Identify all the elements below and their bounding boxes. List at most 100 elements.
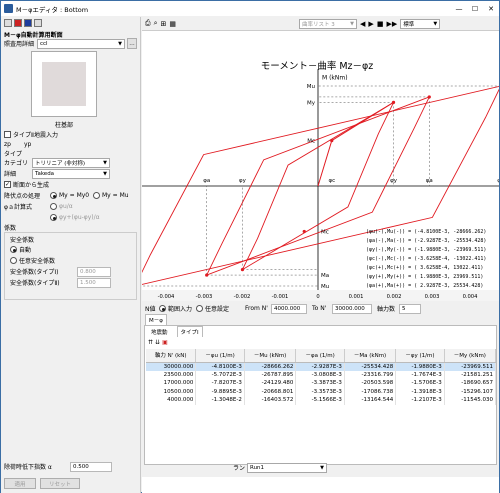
from-label: From N': [245, 305, 268, 312]
table-cell[interactable]: -3.3573E-3: [295, 387, 345, 396]
auto-gen-label: 断面から生成: [13, 182, 50, 189]
table-cell[interactable]: -17086.738: [344, 387, 397, 396]
yield-mu-radio[interactable]: [93, 192, 100, 199]
fit-icon[interactable]: ⊞: [161, 20, 167, 28]
yield-my0-radio[interactable]: [50, 192, 57, 199]
member-browse-button[interactable]: …: [127, 38, 137, 49]
table-cell[interactable]: -1.5706E-3: [395, 379, 445, 388]
table-cell[interactable]: -16403.572: [244, 396, 297, 405]
table-cell[interactable]: -5.1566E-3: [295, 396, 345, 405]
skeleton-point: [427, 95, 431, 99]
phi-a-opt1-radio[interactable]: [50, 203, 57, 210]
table-header-cell[interactable]: －My (kNm): [444, 349, 497, 363]
print-icon[interactable]: ⎙: [145, 19, 151, 28]
table-cell[interactable]: -7.8207E-3: [195, 379, 245, 388]
reset-button[interactable]: リセット: [40, 478, 80, 489]
properties-icon[interactable]: [34, 19, 42, 27]
table-cell[interactable]: 30000.000: [146, 362, 197, 371]
save-icon[interactable]: [24, 19, 32, 27]
table-cell[interactable]: -18690.657: [444, 379, 497, 388]
export-icon[interactable]: ▣: [162, 339, 168, 347]
table-cell[interactable]: -3.3873E-3: [295, 379, 345, 388]
prev-icon[interactable]: ◀: [360, 20, 365, 28]
sf1-input[interactable]: 0.800: [77, 266, 111, 277]
tab-seismic[interactable]: 地震動: [148, 327, 171, 337]
table-row[interactable]: 4000.000 -1.3048E-2 -16403.572 -5.1566E-3 -1…: [146, 396, 497, 405]
member-select[interactable]: ccl ▼: [37, 38, 125, 49]
delete-icon[interactable]: [14, 19, 22, 27]
table-cell[interactable]: -20668.801: [244, 387, 297, 396]
table-header-cell[interactable]: －φa (1/m): [295, 349, 345, 363]
table-cell[interactable]: -1.9880E-3: [395, 362, 445, 371]
table-cell[interactable]: -1.7674E-3: [395, 370, 445, 379]
table-row[interactable]: 23500.000 -5.7072E-3 -26787.895 -3.0808E-3-…: [146, 370, 497, 379]
chart-toolbar: ⎙ ⌕ ⊞ ▦ 曲率リスト 3 ▼ ◀ ▶ ■ ▶▶ 標準 ▼: [142, 17, 499, 31]
table-header-cell[interactable]: －φu (1/m): [195, 349, 245, 363]
table-cell[interactable]: -5.7072E-3: [195, 370, 245, 379]
table-cell[interactable]: 23500.000: [146, 370, 197, 379]
mode-select[interactable]: 標準 ▼: [400, 18, 441, 29]
move-up-icon[interactable]: ⇈: [148, 339, 153, 347]
reduction-input[interactable]: 0.500: [70, 461, 112, 472]
minimize-button[interactable]: —: [451, 2, 467, 15]
grid-icon[interactable]: ▦: [169, 20, 176, 28]
table-cell[interactable]: -28666.262: [244, 362, 297, 371]
table-header-cell[interactable]: 軸力 N' (kN): [146, 349, 197, 363]
phi-a-opt2-radio[interactable]: [50, 214, 57, 221]
run-select[interactable]: Run1 ▼: [247, 462, 327, 473]
list-select[interactable]: 曲率リスト 3 ▼: [299, 18, 358, 29]
table-cell[interactable]: 10500.000: [146, 387, 197, 396]
table-cell[interactable]: -1.2107E-3: [395, 396, 445, 405]
table-cell[interactable]: -4.8100E-3: [195, 362, 245, 371]
table-body: 30000.000 -4.8100E-3 -28666.262 -2.9287E-3-…: [146, 362, 497, 405]
table-cell[interactable]: -23969.511: [444, 362, 497, 371]
table-cell[interactable]: 17000.000: [146, 379, 197, 388]
table-cell[interactable]: -9.8895E-3: [195, 387, 245, 396]
close-button[interactable]: ✕: [483, 2, 499, 15]
table-cell[interactable]: -15296.107: [444, 387, 497, 396]
table-row[interactable]: 30000.000 -4.8100E-3 -28666.262 -2.9287E-3-…: [146, 362, 497, 371]
apply-button[interactable]: 適用: [4, 478, 36, 489]
auto-gen-checkbox[interactable]: ✓: [4, 181, 11, 188]
safety-auto-radio[interactable]: [10, 246, 17, 253]
next-icon[interactable]: ▶▶: [386, 20, 397, 28]
to-input[interactable]: 30000.000: [332, 303, 372, 314]
table-cell[interactable]: -1.3918E-3: [395, 387, 445, 396]
move-down-icon[interactable]: ⇊: [155, 339, 160, 347]
safety-optional-radio[interactable]: [10, 257, 17, 264]
table-cell[interactable]: -1.3048E-2: [195, 396, 245, 405]
table-header-cell[interactable]: －Mu (kNm): [244, 349, 297, 363]
type2-checkbox[interactable]: [4, 131, 11, 138]
table-cell[interactable]: -25534.428: [344, 362, 397, 371]
table-row[interactable]: 10500.000 -9.8895E-3 -20668.801 -3.3573E-3-…: [146, 387, 497, 396]
x-tick-label: 0.001: [349, 294, 364, 300]
table-cell[interactable]: -2.9287E-3: [295, 362, 345, 371]
count-input[interactable]: 5: [399, 303, 421, 314]
table-header-cell[interactable]: －φy (1/m): [395, 349, 445, 363]
category-select[interactable]: トリリニア (非対称) ▼: [32, 157, 110, 168]
table-cell[interactable]: -11545.030: [444, 396, 497, 405]
table-cell[interactable]: 4000.000: [146, 396, 197, 405]
table-header-cell[interactable]: －Ma (kNm): [344, 349, 397, 363]
maximize-button[interactable]: ☐: [467, 2, 483, 15]
y-point-label: My: [307, 100, 316, 106]
table-cell[interactable]: -3.0808E-3: [295, 370, 345, 379]
sf2-input[interactable]: 1.500: [77, 277, 111, 288]
table-cell[interactable]: -21581.251: [444, 370, 497, 379]
range-input-radio[interactable]: [159, 305, 166, 312]
new-icon[interactable]: [4, 19, 12, 27]
tab-m-phi[interactable]: M－φ: [145, 314, 167, 325]
table-cell[interactable]: -26787.895: [244, 370, 297, 379]
optional-setting-radio[interactable]: [196, 305, 203, 312]
table-cell[interactable]: -24129.480: [244, 379, 297, 388]
table-cell[interactable]: -20503.598: [344, 379, 397, 388]
from-input[interactable]: 4000.000: [271, 303, 307, 314]
zoom-icon[interactable]: ⌕: [154, 19, 158, 28]
table-row[interactable]: 17000.000 -7.8207E-3 -24129.480 -3.3873E-3-…: [146, 379, 497, 388]
play-icon[interactable]: ▶: [368, 20, 373, 28]
table-cell[interactable]: -23316.799: [344, 370, 397, 379]
detail-select[interactable]: Takeda ▼: [32, 168, 110, 179]
tab-type1[interactable]: タイプⅠ: [176, 326, 203, 337]
stop-icon[interactable]: ■: [377, 20, 384, 28]
table-cell[interactable]: -13164.544: [344, 396, 397, 405]
